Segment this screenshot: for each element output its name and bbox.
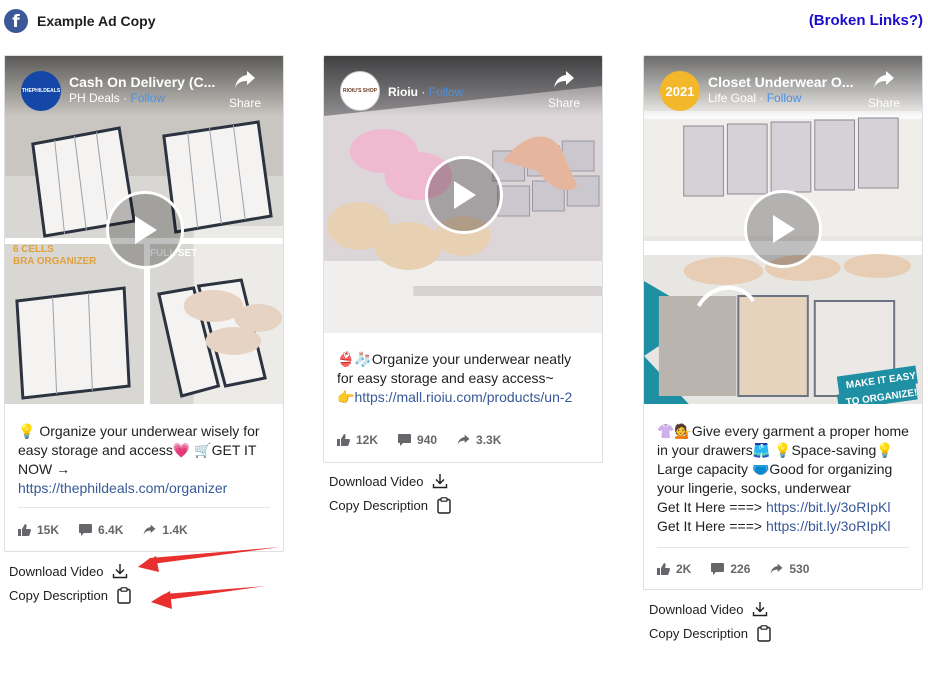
ad-header: f Example Ad Copy [4,8,156,34]
page-name[interactable]: Cash On Delivery (C... [69,74,215,90]
play-button[interactable] [744,190,822,268]
play-icon [454,181,476,209]
ad-description: 💡 Organize your underwear wisely for eas… [5,404,283,498]
follow-link[interactable]: Follow [429,85,464,99]
page-subtitle: PH Deals [69,91,120,105]
ad-card-3: MAKE IT EASY TO ORGANIZE! 2021 Closet Un… [643,55,923,590]
ad-card-1: 6 CELLS BRA ORGANIZER FULL SET THEPHILDE… [4,55,284,552]
copy-description-button[interactable]: Copy Description [329,497,451,514]
share-button[interactable]: Share [544,70,584,110]
like-icon [657,562,670,575]
video-preview[interactable]: MAKE IT EASY TO ORGANIZE! 2021 Closet Un… [644,56,922,404]
clipboard-icon [437,497,451,514]
share-button[interactable]: Share [864,70,904,110]
page-name[interactable]: Rioiu [388,85,418,99]
comment-icon [398,434,412,446]
copy-description-button[interactable]: Copy Description [9,587,131,604]
annotation-arrow-download [138,547,280,572]
annotation-arrow-copy [151,586,266,609]
clipboard-icon [117,587,131,604]
comment-icon [79,523,93,536]
page-name[interactable]: Closet Underwear O... [708,74,853,90]
download-icon [433,474,448,489]
play-button[interactable] [106,191,184,269]
video-preview[interactable]: RIOIU'S SHOP Rioiu · Follow Share [324,56,602,333]
play-button[interactable] [425,156,503,234]
like-icon [337,434,350,446]
facebook-icon: f [4,9,28,33]
like-icon [18,523,31,536]
page-meta: Cash On Delivery (C... PH Deals · Follow [69,74,216,105]
clipboard-icon [757,625,771,642]
download-video-button[interactable]: Download Video [649,601,768,617]
ad-description: 👚💁Give every garment a proper home in yo… [657,423,909,534]
follow-link[interactable]: Follow [130,91,165,105]
page-avatar[interactable]: RIOIU'S SHOP [340,71,380,111]
share-icon [143,524,156,535]
share-icon [874,71,894,88]
page-meta: Closet Underwear O... Life Goal · Follow [708,74,854,105]
share-button[interactable]: Share [225,70,265,110]
share-icon [554,71,574,88]
ad-link[interactable]: https://thephildeals.com/organizer [18,479,270,498]
ad-link[interactable]: https://bit.ly/3oRIpKl [766,518,891,534]
ad-description: 👙🧦Organize your underwear neatly for eas… [337,351,573,405]
share-icon [457,434,470,445]
page-avatar[interactable]: THEPHILDEALS [21,71,61,111]
share-icon [770,563,783,574]
comment-icon [711,562,725,575]
ad-card-2: RIOIU'S SHOP Rioiu · Follow Share 👙🧦Orga… [323,55,603,463]
play-icon [135,216,157,244]
follow-link[interactable]: Follow [767,91,802,105]
header-title: Example Ad Copy [37,13,156,29]
download-video-button[interactable]: Download Video [9,563,128,579]
download-icon [113,564,128,579]
ad-link[interactable]: https://bit.ly/3oRIpKl [766,499,891,515]
page-avatar[interactable]: 2021 [660,71,700,111]
share-icon [235,71,255,88]
copy-description-button[interactable]: Copy Description [649,625,771,642]
engagement-stats: 12K 940 3.3K [337,418,589,462]
download-icon [753,602,768,617]
broken-links-link[interactable]: (Broken Links?) [809,12,923,29]
engagement-stats: 2K 226 530 [657,547,909,589]
svg-text:BRA ORGANIZER: BRA ORGANIZER [13,256,96,267]
download-video-button[interactable]: Download Video [329,473,448,489]
play-icon [773,215,795,243]
page-meta: Rioiu · Follow [388,85,464,99]
video-preview[interactable]: 6 CELLS BRA ORGANIZER FULL SET THEPHILDE… [5,56,283,404]
ad-link[interactable]: https://mall.rioiu.com/products/un-2 [354,389,572,405]
svg-text:6 CELLS: 6 CELLS [13,244,54,255]
page-subtitle: Life Goal [708,91,757,105]
